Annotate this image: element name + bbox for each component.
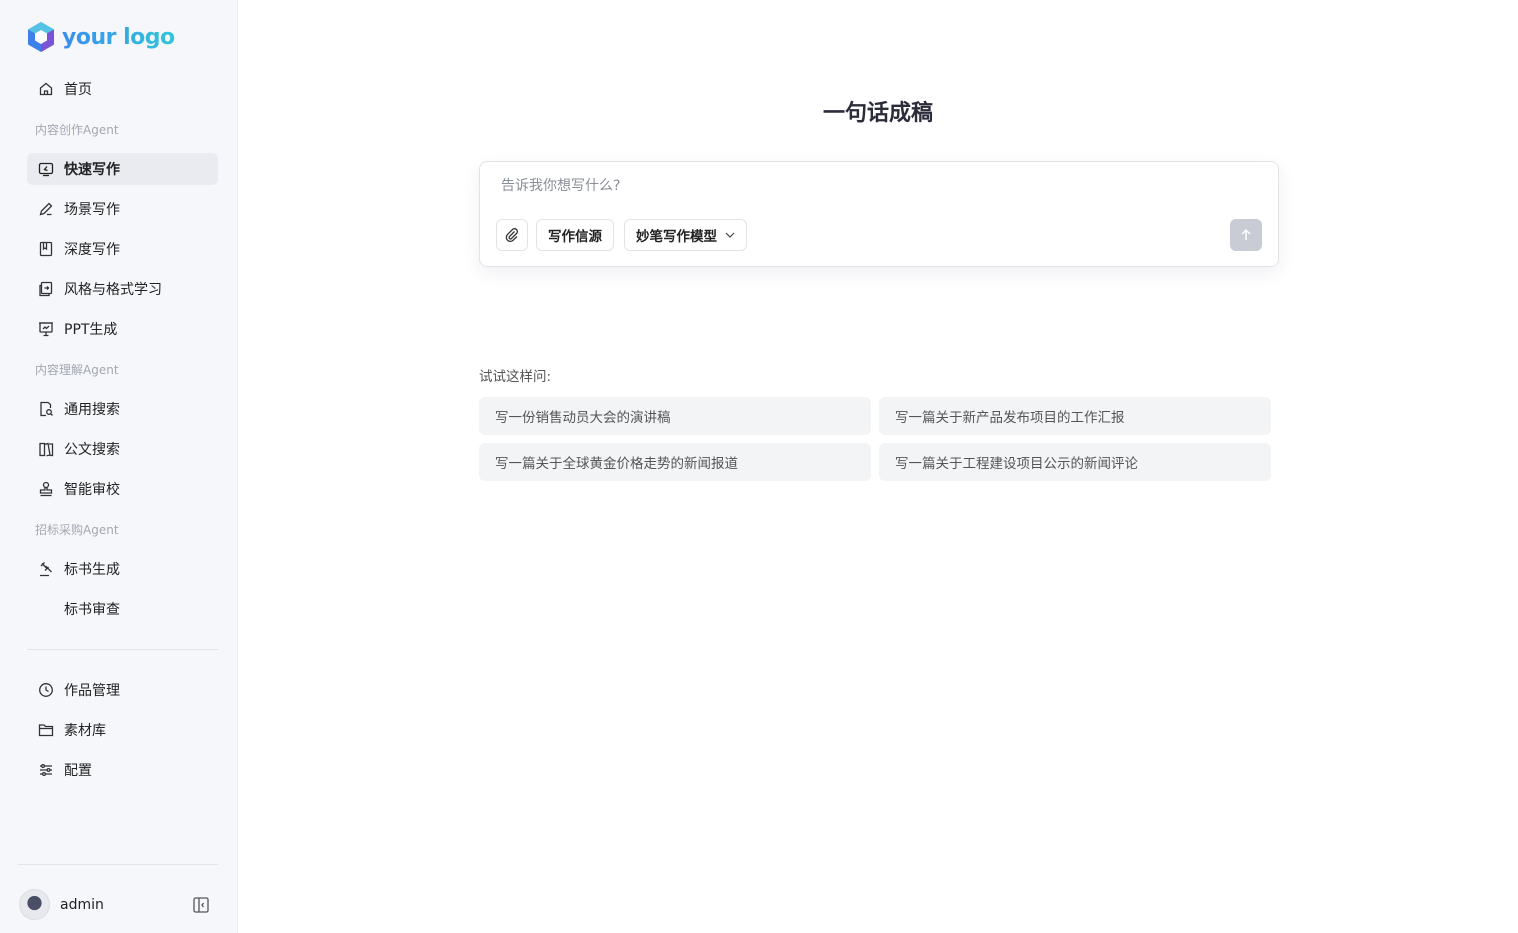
section-label-creation: 内容创作Agent xyxy=(35,123,119,137)
model-select[interactable]: 妙笔写作模型 xyxy=(624,219,747,251)
nav-bid-review-label: 标书审查 xyxy=(64,602,120,618)
user-profile[interactable]: admin xyxy=(19,889,104,920)
writing-source-button[interactable]: 写作信源 xyxy=(536,219,614,251)
page-title: 一句话成稿 xyxy=(822,101,933,126)
suggestion-item[interactable]: 写一篇关于新产品发布项目的工作汇报 xyxy=(879,397,1271,435)
edit-window-icon xyxy=(37,160,55,178)
nav-home[interactable]: 首页 xyxy=(27,73,218,105)
nav-ppt-label: PPT生成 xyxy=(64,322,118,338)
logo-text: your logo xyxy=(62,24,175,50)
sidebar: your logo 首页 内容创作Agent 快速写作 场景写作 深度写作 风格… xyxy=(0,0,238,933)
user-name: admin xyxy=(60,896,104,913)
nav-settings-label: 配置 xyxy=(64,763,92,779)
presentation-icon xyxy=(37,320,55,338)
nav-general-search-label: 通用搜索 xyxy=(64,402,120,418)
logo[interactable]: your logo xyxy=(26,20,175,54)
suggestion-item[interactable]: 写一份销售动员大会的演讲稿 xyxy=(479,397,871,435)
nav-ppt[interactable]: PPT生成 xyxy=(27,313,218,345)
nav-deep-writing-label: 深度写作 xyxy=(64,242,120,258)
nav-doc-search-label: 公文搜索 xyxy=(64,442,120,458)
nav-materials-label: 素材库 xyxy=(64,723,106,739)
model-select-value: 妙笔写作模型 xyxy=(636,229,717,245)
chevron-down-icon xyxy=(725,232,735,238)
nav-scene-writing[interactable]: 场景写作 xyxy=(27,193,218,225)
nav-doc-search[interactable]: 公文搜索 xyxy=(27,433,218,465)
section-label-bidding: 招标采购Agent xyxy=(35,523,119,537)
doc-search-icon xyxy=(37,400,55,418)
home-icon xyxy=(37,80,55,98)
prompt-composer: 写作信源 妙笔写作模型 xyxy=(479,161,1279,267)
paperclip-icon xyxy=(505,228,518,243)
sidebar-divider xyxy=(27,649,218,650)
logo-cube-icon xyxy=(28,22,54,52)
suggestion-item[interactable]: 写一篇关于工程建设项目公示的新闻评论 xyxy=(879,443,1271,481)
nav-materials[interactable]: 素材库 xyxy=(27,714,218,746)
stamp-icon xyxy=(37,480,55,498)
nav-works[interactable]: 作品管理 xyxy=(27,674,218,706)
book-open-icon xyxy=(37,440,55,458)
nav-style-learning-label: 风格与格式学习 xyxy=(64,282,162,298)
avatar[interactable] xyxy=(19,889,50,920)
nav-style-learning[interactable]: 风格与格式学习 xyxy=(27,273,218,305)
book-icon xyxy=(37,240,55,258)
clock-icon xyxy=(37,681,55,699)
nav-home-label: 首页 xyxy=(64,82,92,98)
nav-quick-writing-label: 快速写作 xyxy=(64,162,120,178)
send-button[interactable] xyxy=(1230,219,1262,251)
pen-icon xyxy=(37,200,55,218)
nav-bid-generation-label: 标书生成 xyxy=(64,562,120,578)
writing-source-label: 写作信源 xyxy=(548,229,602,245)
nav-smart-review[interactable]: 智能审校 xyxy=(27,473,218,505)
nav-settings[interactable]: 配置 xyxy=(27,754,218,786)
nav-bid-generation[interactable]: 标书生成 xyxy=(27,553,218,585)
nav-works-label: 作品管理 xyxy=(64,683,120,699)
nav-scene-writing-label: 场景写作 xyxy=(64,202,120,218)
sidebar-collapse-icon xyxy=(193,897,209,913)
user-divider xyxy=(18,864,218,865)
attach-button[interactable] xyxy=(496,219,528,251)
suggestions-label: 试试这样问: xyxy=(479,369,552,385)
collapse-sidebar-button[interactable] xyxy=(192,896,210,914)
nav-bid-review[interactable]: 标书审查 xyxy=(27,593,218,625)
arrow-up-icon xyxy=(1241,228,1251,240)
sliders-icon xyxy=(37,761,55,779)
suggestion-item[interactable]: 写一篇关于全球黄金价格走势的新闻报道 xyxy=(479,443,871,481)
folder-icon xyxy=(37,721,55,739)
section-label-understanding: 内容理解Agent xyxy=(35,363,119,377)
nav-quick-writing[interactable]: 快速写作 xyxy=(27,153,218,185)
nav-smart-review-label: 智能审校 xyxy=(64,482,120,498)
gavel-icon xyxy=(37,560,55,578)
prompt-input[interactable] xyxy=(501,175,1241,197)
doc-transfer-icon xyxy=(37,280,55,298)
nav-deep-writing[interactable]: 深度写作 xyxy=(27,233,218,265)
nav-general-search[interactable]: 通用搜索 xyxy=(27,393,218,425)
